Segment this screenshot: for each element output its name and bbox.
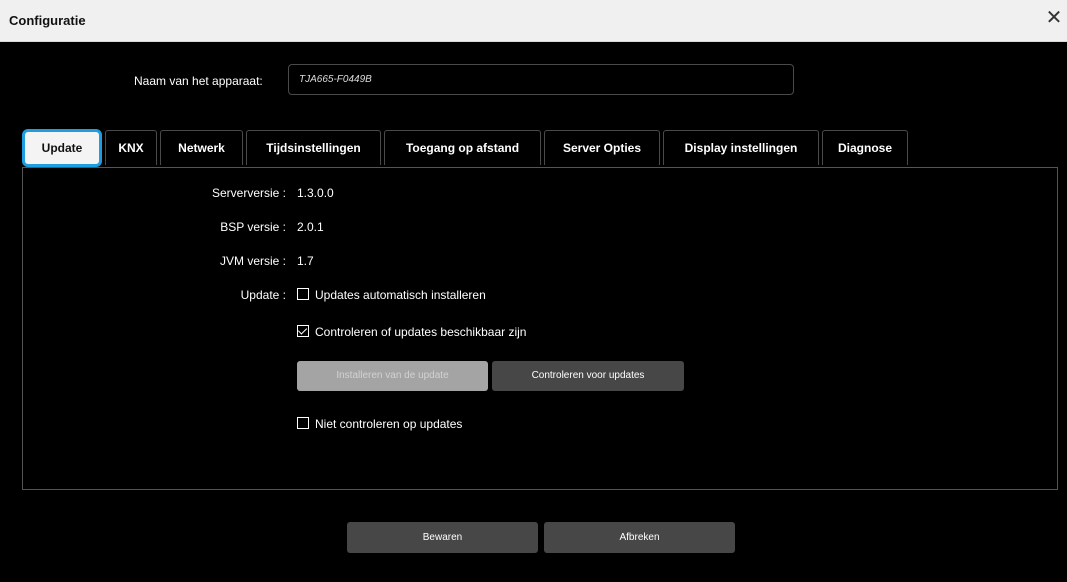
update-panel (22, 167, 1058, 490)
tab-knx[interactable]: KNX (105, 130, 157, 165)
close-icon[interactable]: ✕ (1044, 8, 1064, 28)
update-label: Update : (240, 288, 286, 302)
tab-update[interactable]: Update (22, 129, 102, 167)
auto-install-checkbox[interactable]: Updates automatisch installeren (297, 288, 486, 302)
window-title: Configuratie (9, 13, 86, 28)
tab-netwerk[interactable]: Netwerk (160, 130, 243, 165)
device-name-field[interactable]: TJA665-F0449B (288, 64, 794, 95)
no-check-label: Niet controleren op updates (315, 417, 463, 431)
unchecked-box-icon (297, 417, 309, 429)
tab-toegang-op-afstand[interactable]: Toegang op afstand (384, 130, 541, 165)
checked-box-icon (297, 325, 309, 337)
check-updates-button[interactable]: Controleren voor updates (492, 361, 684, 391)
title-bar: Configuratie ✕ (0, 0, 1067, 42)
jvm-version-label: JVM versie : (219, 254, 286, 268)
server-version-label: Serverversie : (211, 186, 286, 200)
no-check-checkbox[interactable]: Niet controleren op updates (297, 417, 462, 431)
bsp-version-value: 2.0.1 (297, 220, 324, 234)
tab-display-instellingen[interactable]: Display instellingen (663, 130, 819, 165)
save-button[interactable]: Bewaren (347, 522, 538, 553)
check-available-checkbox[interactable]: Controleren of updates beschikbaar zijn (297, 325, 526, 339)
tab-server-opties[interactable]: Server Opties (544, 130, 660, 165)
check-available-label: Controleren of updates beschikbaar zijn (315, 325, 527, 339)
device-name-label: Naam van het apparaat: (134, 74, 263, 88)
bsp-version-label: BSP versie : (220, 220, 286, 234)
server-version-value: 1.3.0.0 (297, 186, 334, 200)
tab-diagnose[interactable]: Diagnose (822, 130, 908, 165)
unchecked-box-icon (297, 288, 309, 300)
install-update-button[interactable]: Installeren van de update (297, 361, 488, 391)
jvm-version-value: 1.7 (297, 254, 314, 268)
auto-install-label: Updates automatisch installeren (315, 288, 486, 302)
tab-tijdsinstellingen[interactable]: Tijdsinstellingen (246, 130, 381, 165)
cancel-button[interactable]: Afbreken (544, 522, 735, 553)
